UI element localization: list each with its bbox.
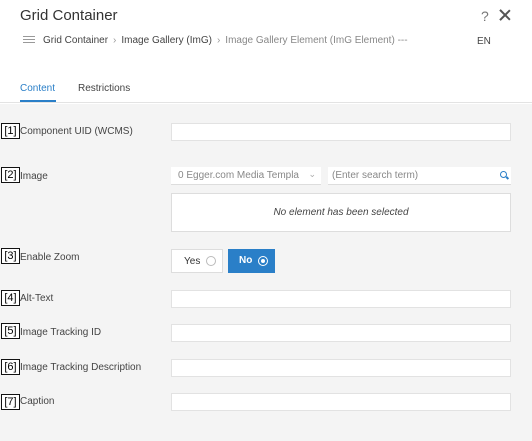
breadcrumb-item[interactable]: Grid Container — [43, 35, 108, 46]
media-source-value: 0 Egger.com Media Templa — [178, 170, 299, 181]
dialog-title: Grid Container — [20, 7, 118, 24]
image-tracking-id-label: Image Tracking ID — [20, 327, 102, 338]
search-placeholder: (Enter search term) — [332, 170, 419, 181]
field-number-badge: [6] — [1, 359, 20, 375]
zoom-yes-label: Yes — [184, 256, 201, 267]
radio-unchecked-icon — [206, 256, 216, 266]
language-selector[interactable]: EN — [477, 36, 491, 47]
component-uid-label: Component UID (WCMS) — [20, 126, 133, 137]
image-tracking-id-input[interactable] — [171, 324, 511, 342]
zoom-no-option[interactable]: No — [228, 249, 275, 273]
alt-text-input[interactable] — [171, 290, 511, 308]
caption-input[interactable] — [171, 393, 511, 411]
field-number-badge: [2] — [1, 167, 20, 183]
breadcrumb-separator: › — [216, 35, 221, 46]
breadcrumb-separator: › — [113, 35, 117, 46]
image-tracking-description-input[interactable] — [171, 359, 511, 377]
image-label: Image — [20, 171, 48, 182]
dialog-header: Grid Container ? Grid Container › Image Ga… — [0, 0, 532, 104]
image-search-input[interactable]: (Enter search term) — [328, 167, 511, 185]
field-number-badge: [3] — [1, 248, 20, 264]
image-tracking-description-label: Image Tracking Description — [20, 362, 142, 373]
breadcrumb-menu-icon — [23, 36, 35, 45]
zoom-yes-option[interactable]: Yes — [171, 249, 223, 273]
tab-restrictions[interactable]: Restrictions — [78, 83, 130, 94]
zoom-no-label: No — [239, 255, 253, 266]
field-number-badge: [7] — [1, 394, 20, 410]
radio-checked-icon — [258, 256, 268, 266]
breadcrumb-item-current: Image Gallery Element (ImG Element) --- — [225, 35, 408, 46]
alt-text-label: Alt-Text — [20, 293, 54, 304]
component-uid-input[interactable] — [171, 123, 511, 141]
field-number-badge: [5] — [1, 323, 20, 339]
tab-divider — [0, 102, 532, 103]
breadcrumb: Grid Container › Image Gallery (ImG) › Image… — [43, 35, 408, 46]
close-icon[interactable] — [498, 7, 512, 23]
help-icon[interactable]: ? — [481, 8, 489, 24]
field-number-badge: [1] — [1, 123, 20, 139]
breadcrumb-item[interactable]: Image Gallery (ImG) — [121, 35, 212, 46]
selected-image-box[interactable]: No element has been selected — [171, 193, 511, 232]
media-source-select[interactable]: 0 Egger.com Media Templa ⌄ — [171, 167, 321, 185]
field-number-badge: [4] — [1, 290, 20, 306]
chevron-down-icon: ⌄ — [308, 169, 316, 179]
enable-zoom-label: Enable Zoom — [20, 252, 80, 263]
tab-content[interactable]: Content — [20, 83, 55, 94]
caption-label: Caption — [20, 396, 55, 407]
search-icon[interactable] — [500, 171, 507, 178]
